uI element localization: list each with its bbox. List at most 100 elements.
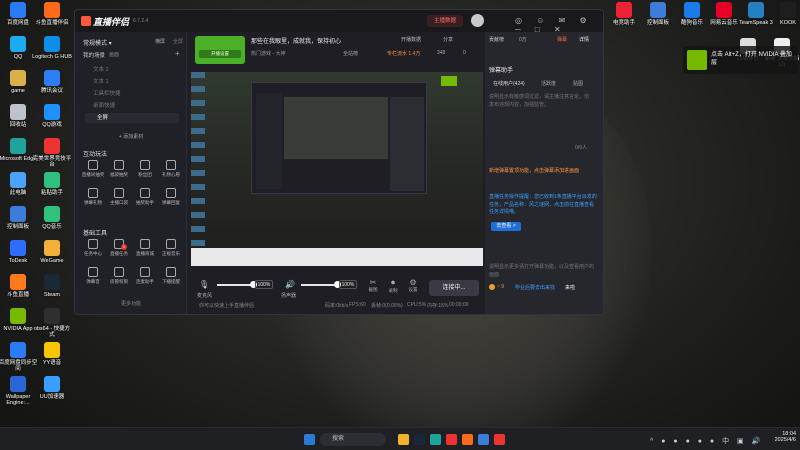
function-button[interactable]: 礼物心愿 <box>159 160 183 178</box>
desktop-icon[interactable]: 斗鱼直播伴侣 <box>32 2 72 26</box>
control-panel-icon[interactable] <box>478 434 489 445</box>
mic-volume-slider[interactable] <box>217 284 253 286</box>
desktop-icon[interactable]: QQ音乐 <box>32 206 72 230</box>
app-icon <box>10 240 26 256</box>
user-name[interactable]: 毕业后要去出来找 <box>515 284 555 291</box>
function-button[interactable]: 弹幕音 <box>81 267 105 285</box>
live-settings-link[interactable]: 开播数据 <box>401 36 421 43</box>
tab-online-users[interactable]: 在线用户(424) <box>493 80 525 87</box>
function-button[interactable]: 下播提醒 <box>159 267 183 285</box>
tab-stickers[interactable]: 贴图 <box>573 80 583 87</box>
detail-link[interactable]: 详情 <box>579 36 589 43</box>
status-hint[interactable]: 你可以快速上手直播伴侣 <box>199 302 254 309</box>
function-button[interactable]: 正规音乐 <box>159 239 183 257</box>
scene-item-active[interactable]: 全屏 <box>85 113 179 123</box>
gift-rank-label[interactable]: 贡献榜 <box>489 36 504 43</box>
steam-icon[interactable] <box>414 434 425 445</box>
app-icon <box>10 138 26 154</box>
desktop-icon[interactable]: YY语音 <box>32 342 72 366</box>
status-mem: 内存:15% <box>427 303 449 309</box>
mic-icon[interactable]: 🎙 <box>199 280 209 289</box>
scene-header: 我的场景 <box>83 53 106 59</box>
desktop-icon[interactable]: QQ游戏 <box>32 104 72 128</box>
stream-cover[interactable]: 开播设置 <box>195 36 245 64</box>
function-button[interactable]: 房管权限 <box>107 267 131 285</box>
function-button[interactable]: 抽奖助手 <box>133 188 157 206</box>
desktop-icon[interactable]: KOOK <box>768 2 800 26</box>
speaker-volume-slider[interactable] <box>301 284 337 286</box>
clock[interactable]: 18:04 2025/4/6 <box>762 431 796 443</box>
search-box[interactable]: 搜索 <box>320 433 386 446</box>
share-button[interactable]: 分享 <box>443 36 453 43</box>
app-icon <box>44 70 60 86</box>
function-button[interactable]: 粉丝团 <box>133 160 157 178</box>
more-functions[interactable]: 更多功能 <box>75 300 187 307</box>
add-source-button[interactable]: + 添加素材 <box>75 133 187 140</box>
app-icon <box>44 172 60 188</box>
file-explorer-icon[interactable] <box>398 434 409 445</box>
screenshot-button[interactable]: ✂ 截图 <box>367 278 379 293</box>
search-label: 搜索 <box>332 436 345 442</box>
scene-item[interactable]: 文本 2 <box>93 65 189 75</box>
add-scene-icon[interactable]: + <box>175 49 180 58</box>
stream-title[interactable]: 那些在我眼里，成就我，保持初心 <box>251 36 421 45</box>
function-button[interactable]: 直播间抽奖 <box>81 160 105 178</box>
anchor-data-button[interactable]: 主播数据 <box>427 15 463 27</box>
desktop-icon[interactable]: 完美世界竞技平台 <box>32 138 72 169</box>
system-tray[interactable]: ^ ● ● ● ● ● 中 ▣ 🔊 <box>650 436 763 446</box>
notice-pin: 新增弹幕置顶功能，点击弹幕添加进画面 <box>489 168 580 174</box>
scene-item[interactable]: 文本 1 <box>93 77 189 87</box>
app-icon <box>10 342 26 358</box>
function-button[interactable]: 直播商城 <box>133 239 157 257</box>
status-fps: FPS:60 <box>349 302 366 308</box>
function-button[interactable]: 弹幕回复 <box>159 188 183 206</box>
status-bitrate: 码率:0kb/s <box>325 303 349 309</box>
desktop-icon[interactable]: obs64 - 快捷方式 <box>32 308 72 339</box>
open-live-setting[interactable]: 开播设置 <box>199 50 241 58</box>
status-line: 你可以快速上手直播伴侣 码率:0kb/s FPS:60 丢帧:0(0.00%) … <box>191 302 483 314</box>
view-task-button[interactable]: 去查看 > <box>491 222 521 231</box>
live-app-icon[interactable] <box>462 434 473 445</box>
function-label: 抽奖助手 <box>136 200 154 205</box>
function-button[interactable]: 直播任务 <box>107 239 131 257</box>
app-icon[interactable] <box>494 434 505 445</box>
speaker-icon[interactable]: 🔊 <box>285 280 295 289</box>
nvidia-toast[interactable]: 点击 Alt+Z，打开 NVIDIA 叠加层 <box>683 46 798 74</box>
function-icon <box>140 239 150 249</box>
stream-tag[interactable]: 热门游戏 - 大神 <box>251 50 285 57</box>
function-icon <box>114 267 124 277</box>
scene-item[interactable]: 桌面快捷 <box>93 101 189 111</box>
mode-selector[interactable]: 常规模式 ▾ <box>83 38 112 47</box>
desktop-icon[interactable]: 腾讯会议 <box>32 70 72 94</box>
danmu-badge[interactable]: 弹幕 <box>557 36 567 43</box>
user-avatar <box>489 284 495 290</box>
settings-button[interactable]: ⚙ 设置 <box>407 278 419 293</box>
function-button[interactable]: 连麦助手 <box>133 267 157 285</box>
desktop-icon[interactable]: WeGame <box>32 240 72 264</box>
edge-icon[interactable] <box>430 434 441 445</box>
desktop-icon[interactable]: Logitech G HUB <box>32 36 72 60</box>
function-icon <box>88 267 98 277</box>
start-live-button[interactable]: 连接中... <box>429 280 479 296</box>
rank-stat[interactable]: 全站榜 <box>343 50 358 57</box>
desktop-icon[interactable]: UU加速器 <box>32 376 72 400</box>
desktop-icon[interactable]: 粘贴助手 <box>32 172 72 196</box>
record-button[interactable]: ⏺ 录制 <box>387 278 399 294</box>
hot-stat[interactable]: 专栏流水 1.4万 <box>387 50 420 57</box>
function-icon <box>166 239 176 249</box>
scene-item[interactable]: 工具栏快捷 <box>93 89 189 99</box>
mode-tab-landscape[interactable]: 横屏 <box>155 38 165 45</box>
function-button[interactable]: 福袋抽奖 <box>107 160 131 178</box>
tab-activity[interactable]: 活跃度 <box>541 80 556 87</box>
desktop-icon[interactable]: Steam <box>32 274 72 298</box>
tools-grid: 任务中心 直播任务 直播商城 正规音乐弹幕音 房管权限 连麦助手 下播提醒 <box>81 239 185 299</box>
function-button[interactable]: 任务中心 <box>81 239 105 257</box>
start-icon[interactable] <box>304 434 315 445</box>
function-button[interactable]: 主播口袋 <box>107 188 131 206</box>
function-button[interactable]: 弹幕礼物 <box>81 188 105 206</box>
screenshot-label: 截图 <box>368 287 378 292</box>
netease-icon[interactable] <box>446 434 457 445</box>
avatar[interactable] <box>471 14 484 27</box>
mode-tab-full[interactable]: 全屏 <box>173 38 183 45</box>
task-notice: 直播任务操作提醒：您已收到1条直播平台派发的任务，产品名称：风之谜网，点击前往直… <box>489 194 597 215</box>
